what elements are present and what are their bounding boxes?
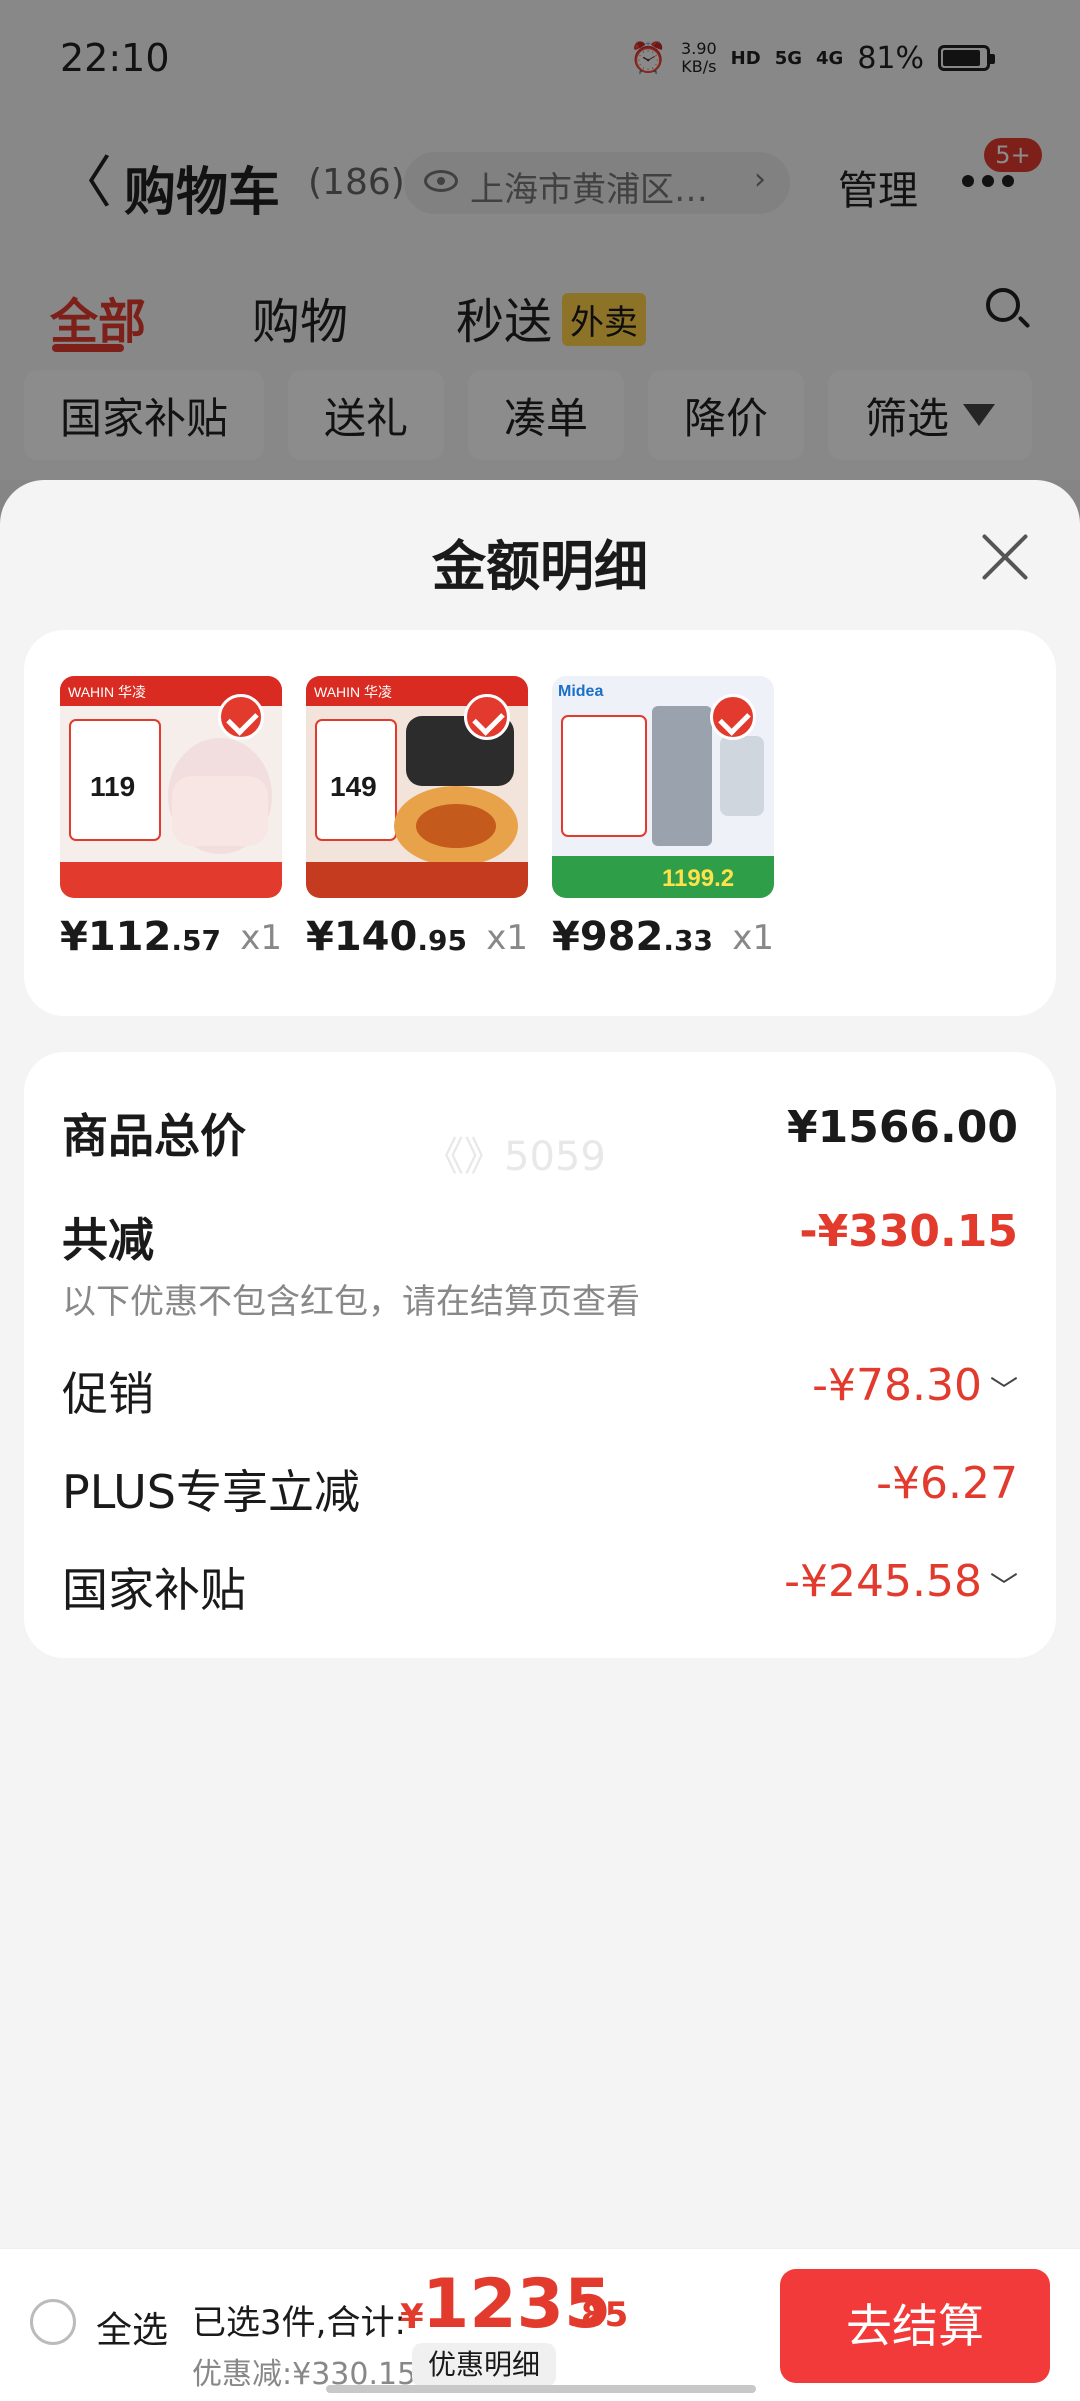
reduction-value: -¥330.15 bbox=[799, 1206, 1018, 1257]
product-image: WAHIN 华凌 119 bbox=[60, 676, 282, 898]
reduction-note: 以下优惠不包含红包，请在结算页查看 bbox=[62, 1282, 640, 1322]
check-icon[interactable] bbox=[464, 694, 510, 740]
promotion-value[interactable]: -¥78.30 ﹀ bbox=[812, 1360, 1018, 1411]
home-indicator[interactable] bbox=[326, 2385, 756, 2393]
svg-text:Midea: Midea bbox=[558, 683, 603, 700]
svg-text:WAHIN 华凌: WAHIN 华凌 bbox=[68, 684, 146, 700]
chevron-down-icon: ﹀ bbox=[989, 1374, 1018, 1407]
total-amount-dec: .85 bbox=[568, 2295, 629, 2335]
total-price-value: ¥1566.00 bbox=[786, 1102, 1018, 1153]
national-subsidy-value[interactable]: -¥245.58 ﹀ bbox=[784, 1556, 1018, 1607]
plus-discount-label: PLUS专享立减 bbox=[62, 1465, 360, 1519]
svg-text:WAHIN 华凌: WAHIN 华凌 bbox=[314, 684, 392, 700]
product-item[interactable]: WAHIN 华凌 119 ¥112.57 x1 bbox=[60, 676, 282, 960]
sheet-title: 金额明细 bbox=[432, 535, 648, 598]
plus-discount-value: -¥6.27 bbox=[876, 1458, 1018, 1509]
product-qty: x1 bbox=[486, 918, 528, 958]
discount-detail-button[interactable]: 优惠明细 bbox=[412, 2343, 557, 2387]
promotion-label: 促销 bbox=[62, 1367, 154, 1421]
product-image: Midea 1199.2 bbox=[552, 676, 774, 898]
svg-text:1199.2: 1199.2 bbox=[662, 865, 734, 892]
reduction-label: 共减 bbox=[62, 1213, 154, 1267]
price-summary-card: 《》5059 商品总价 ¥1566.00 共减 -¥330.15 以下优惠不包含… bbox=[24, 1052, 1056, 1658]
total-price-label: 商品总价 bbox=[62, 1109, 246, 1163]
svg-text:119: 119 bbox=[90, 771, 135, 802]
watermark: 《》5059 bbox=[424, 1134, 606, 1180]
checkout-button[interactable]: 去结算 bbox=[780, 2269, 1050, 2383]
product-price: ¥982.33 bbox=[552, 914, 713, 960]
checkout-bar: 全选 已选3件,合计: ¥ 1235 .85 优惠减:¥330.15 优惠明细 … bbox=[0, 2248, 1080, 2401]
check-icon[interactable] bbox=[710, 694, 756, 740]
selected-products-card: WAHIN 华凌 119 ¥112.57 x1 WAHIN 华凌 149 ¥14… bbox=[24, 630, 1056, 1016]
product-item[interactable]: WAHIN 华凌 149 ¥140.95 x1 bbox=[306, 676, 528, 960]
product-price: ¥112.57 bbox=[60, 914, 221, 960]
chevron-down-icon: ﹀ bbox=[989, 1570, 1018, 1603]
national-subsidy-label: 国家补贴 bbox=[62, 1563, 246, 1617]
product-price: ¥140.95 bbox=[306, 914, 467, 960]
product-image: WAHIN 华凌 149 bbox=[306, 676, 528, 898]
total-currency: ¥ bbox=[400, 2297, 424, 2337]
select-all-radio[interactable] bbox=[30, 2299, 76, 2345]
product-qty: x1 bbox=[732, 918, 774, 958]
check-icon[interactable] bbox=[218, 694, 264, 740]
select-all-label[interactable]: 全选 bbox=[96, 2301, 168, 2353]
product-qty: x1 bbox=[240, 918, 282, 958]
product-item[interactable]: Midea 1199.2 ¥982.33 x1 bbox=[552, 676, 774, 960]
amount-detail-sheet: 金额明细 WAHIN 华凌 119 ¥112.57 x1 WAHIN 华凌 14… bbox=[0, 480, 1080, 2248]
svg-text:149: 149 bbox=[330, 771, 377, 802]
close-icon[interactable] bbox=[978, 530, 1032, 584]
selected-summary: 已选3件,合计: bbox=[192, 2303, 406, 2343]
